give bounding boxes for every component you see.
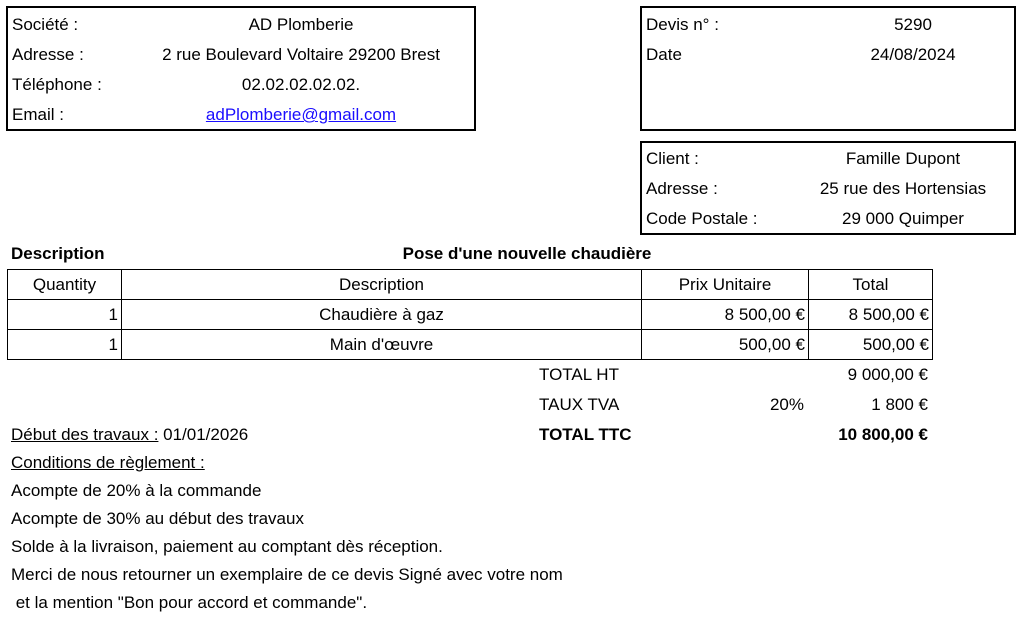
quote-box: Devis n° : 5290 Date 24/08/2024 [640,6,1016,131]
company-phone: 02.02.02.02.02. [241,75,361,94]
company-address: 2 rue Boulevard Voltaire 29200 Brest [162,45,440,64]
total-ht-label: TOTAL HT [539,365,619,384]
email-label: Email : [12,105,64,124]
postal-label: Code Postale : [646,209,758,228]
table-row: 1 Main d'œuvre 500,00 € 500,00 € [7,329,933,360]
client-address-label: Adresse : [646,179,718,198]
tva-rate: 20% [769,395,804,414]
condition-line: Merci de nous retourner un exemplaire de… [11,565,563,584]
tva-label: TAUX TVA [539,395,620,414]
conditions-label: Conditions de règlement : [11,453,205,472]
quote-number: 5290 [894,15,932,34]
header-quantity: Quantity [7,269,122,300]
condition-line: Acompte de 30% au début des travaux [11,509,304,528]
description-title: Pose d'une nouvelle chaudière [402,244,652,263]
company-name: AD Plomberie [248,15,354,34]
client-address: 25 rue des Hortensias [819,179,987,198]
cell-total: 8 500,00 € [808,299,933,330]
header-total: Total [808,269,933,300]
client-label: Client : [646,149,699,168]
date-label: Date [646,45,682,64]
cell-description: Chaudière à gaz [121,299,642,330]
items-table: Quantity Description Prix Unitaire Total… [7,269,933,360]
company-box: Société : AD Plomberie Adresse : 2 rue Bou… [6,6,476,131]
cell-unit-price: 8 500,00 € [641,299,809,330]
table-row: 1 Chaudière à gaz 8 500,00 € 8 500,00 € [7,299,933,330]
quote-number-label: Devis n° : [646,15,719,34]
client-name: Famille Dupont [845,149,961,168]
client-box: Client : Famille Dupont Adresse : 25 rue d… [640,141,1016,235]
cell-unit-price: 500,00 € [641,329,809,360]
start-label: Début des travaux : [11,425,159,444]
start-date: 01/01/2026 [158,425,249,444]
client-postal: 29 000 Quimper [842,209,964,228]
total-ht-value: 9 000,00 € [847,365,928,384]
cell-quantity: 1 [7,299,122,330]
condition-line: Acompte de 20% à la commande [11,481,262,500]
cell-description: Main d'œuvre [121,329,642,360]
condition-line: Solde à la livraison, paiement au compta… [11,537,443,556]
total-ttc-label: TOTAL TTC [539,425,632,444]
condition-line: et la mention "Bon pour accord et comman… [11,593,368,612]
cell-quantity: 1 [7,329,122,360]
tva-value: 1 800 € [871,395,928,414]
table-header: Quantity Description Prix Unitaire Total [7,269,933,300]
phone-label: Téléphone : [12,75,102,94]
quote-date: 24/08/2024 [870,45,956,64]
company-email-link[interactable]: adPlomberie@gmail.com [206,105,396,124]
total-ttc-value: 10 800,00 € [838,425,928,444]
address-label: Adresse : [12,45,84,64]
header-description: Description [121,269,642,300]
cell-total: 500,00 € [808,329,933,360]
header-unit-price: Prix Unitaire [641,269,809,300]
company-label: Société : [12,15,79,34]
description-label: Description [11,244,105,263]
